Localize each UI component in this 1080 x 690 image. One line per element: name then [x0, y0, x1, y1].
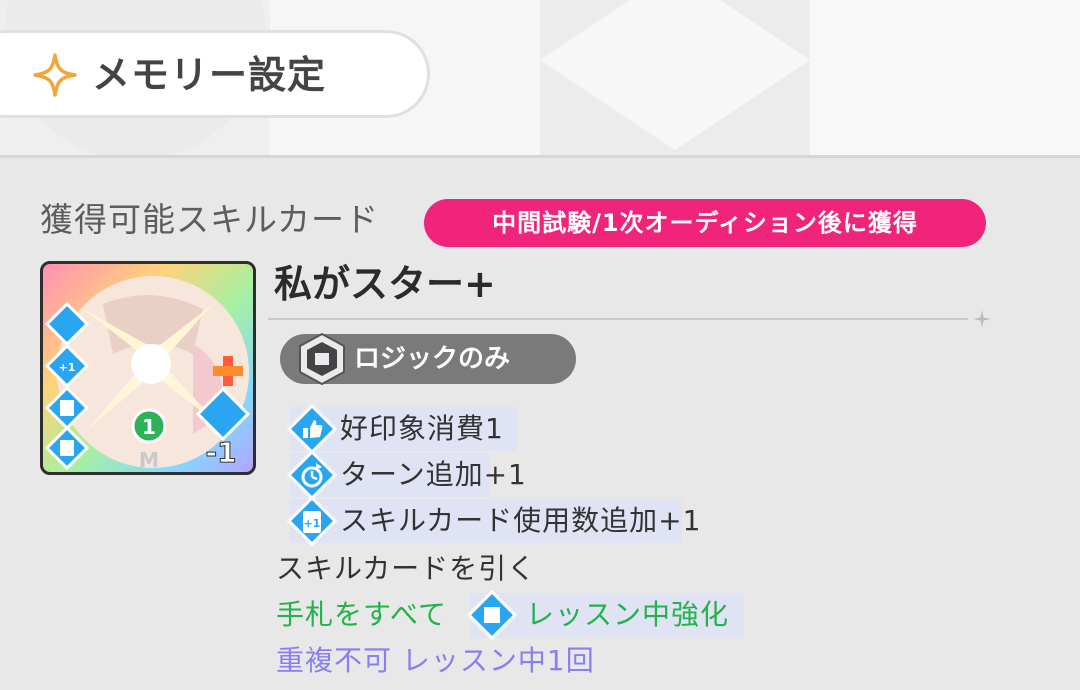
effect-text: スキルカード使用数追加+1	[340, 504, 702, 537]
effect-text: 好印象消費1	[340, 412, 504, 445]
usage-limit-text: 重複不可 レッスン中1回	[276, 644, 595, 677]
card-name: 私がスター+	[274, 262, 496, 306]
small-sparkle-icon	[973, 310, 991, 328]
effect-row: +1 スキルカード使用数追加+1	[286, 495, 700, 547]
enhance-prefix: 手札をすべて	[276, 598, 447, 631]
name-divider	[268, 318, 968, 320]
effect-row: ターン追加+1	[286, 449, 526, 501]
card-plus-one-icon: +1	[286, 495, 338, 547]
svg-text:+1: +1	[304, 517, 321, 530]
svg-text:1: 1	[142, 415, 156, 439]
enhance-text: レッスン中強化	[526, 598, 730, 631]
sparkle-star-icon	[33, 53, 77, 97]
card-illustration: +1 1 M -1	[44, 276, 251, 472]
svg-text:M: M	[139, 448, 159, 472]
svg-text:+1: +1	[59, 361, 76, 374]
logic-plan-icon	[299, 332, 345, 386]
plan-label: ロジックのみ	[354, 344, 511, 374]
enhance-icon	[466, 589, 518, 641]
section-label: 獲得可能スキルカード	[40, 200, 380, 239]
draw-card-text: スキルカードを引く	[276, 552, 537, 585]
svg-text:-1: -1	[205, 436, 236, 469]
turn-add-icon	[286, 449, 338, 501]
page-title: メモリー設定	[92, 53, 327, 97]
effect-row: 好印象消費1	[286, 403, 518, 455]
timing-badge: 中間試験/1次オーディション後に獲得	[424, 199, 986, 247]
header-divider	[0, 155, 1080, 158]
thumbs-up-icon	[286, 403, 338, 455]
effect-text: ターン追加+1	[340, 458, 527, 491]
skill-card-image[interactable]: +1 1 M -1	[40, 261, 256, 475]
